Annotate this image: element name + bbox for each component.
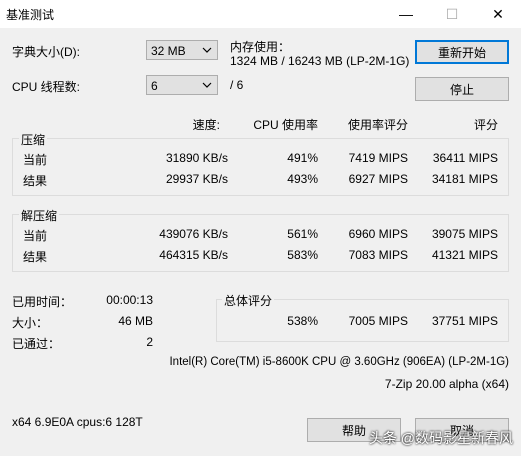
- size-label: 大小：: [12, 316, 49, 330]
- passes-label: 已通过：: [12, 337, 61, 351]
- threads-label: CPU 线程数:: [12, 80, 81, 94]
- threads-value: 6: [151, 79, 158, 93]
- compress-current-cpu: 491%: [287, 151, 318, 165]
- stop-button[interactable]: 停止: [415, 77, 509, 101]
- passes-value: 2: [146, 335, 153, 349]
- compress-group: [12, 138, 509, 196]
- decompress-result-cpu: 583%: [287, 248, 318, 262]
- decompress-current-usage-rating: 6960 MIPS: [348, 227, 408, 241]
- compress-title: 压缩: [19, 131, 48, 148]
- minimize-button[interactable]: —: [383, 0, 429, 28]
- memory-usage-value: 1324 MB / 16243 MB (LP-2M-1G): [230, 54, 410, 68]
- dict-size-value: 32 MB: [151, 44, 186, 58]
- compress-result-usage-rating: 6927 MIPS: [348, 172, 408, 186]
- total-cpu: 538%: [287, 314, 318, 328]
- status-line: x64 6.9E0A cpus:6 128T: [12, 415, 143, 429]
- compress-result-label: 结果: [23, 174, 48, 188]
- restart-button-label: 重新开始: [437, 45, 486, 60]
- minimize-icon: —: [399, 6, 413, 22]
- total-rating: 37751 MIPS: [431, 314, 498, 328]
- decompress-title: 解压缩: [19, 207, 60, 224]
- window-title: 基准测试: [6, 8, 55, 22]
- column-speed: 速度:: [192, 118, 220, 132]
- stop-button-label: 停止: [449, 82, 474, 97]
- dict-size-label: 字典大小(D):: [12, 45, 80, 59]
- title-bar: 基准测试 — ☐ ✕: [0, 0, 521, 28]
- compress-current-speed: 31890 KB/s: [165, 151, 228, 165]
- cpu-info: Intel(R) Core(TM) i5-8600K CPU @ 3.60GHz…: [169, 356, 509, 368]
- compress-current-usage-rating: 7419 MIPS: [348, 151, 408, 165]
- decompress-current-rating: 39075 MIPS: [431, 227, 498, 241]
- maximize-icon: ☐: [445, 5, 459, 22]
- close-icon: ✕: [492, 5, 504, 22]
- version-info: 7-Zip 20.00 alpha (x64): [384, 377, 509, 391]
- threads-total: / 6: [230, 78, 244, 92]
- total-rating-title: 总体评分: [222, 292, 275, 309]
- dict-size-select[interactable]: 32 MB: [146, 40, 218, 60]
- chevron-down-icon: [202, 47, 212, 53]
- watermark: 头条 @数码影星新春风: [368, 430, 513, 446]
- help-button-label: 帮助: [341, 423, 366, 438]
- maximize-button[interactable]: ☐: [429, 0, 475, 28]
- compress-result-cpu: 493%: [287, 172, 318, 186]
- threads-select[interactable]: 6: [146, 75, 218, 95]
- compress-current-rating: 36411 MIPS: [432, 151, 498, 165]
- memory-usage-label: 内存使用：: [230, 40, 291, 54]
- compress-current-label: 当前: [23, 153, 48, 167]
- restart-button[interactable]: 重新开始: [415, 40, 509, 64]
- close-button[interactable]: ✕: [475, 0, 521, 28]
- benchmark-window: 基准测试 — ☐ ✕ 字典大小(D): 32 MB CPU 线程数: 6 / 6…: [0, 0, 521, 456]
- total-usage-rating: 7005 MIPS: [348, 314, 408, 328]
- decompress-current-label: 当前: [23, 229, 48, 243]
- compress-result-speed: 29937 KB/s: [165, 172, 228, 186]
- decompress-current-cpu: 561%: [287, 227, 318, 241]
- elapsed-time-value: 00:00:13: [106, 293, 153, 307]
- decompress-group: [12, 214, 509, 272]
- decompress-result-speed: 464315 KB/s: [159, 248, 228, 262]
- compress-result-rating: 34181 MIPS: [431, 172, 498, 186]
- decompress-result-rating: 41321 MIPS: [431, 248, 498, 262]
- column-cpu-usage: CPU 使用率: [253, 118, 318, 132]
- chevron-down-icon: [202, 82, 212, 88]
- decompress-result-usage-rating: 7083 MIPS: [348, 248, 408, 262]
- decompress-current-speed: 439076 KB/s: [159, 227, 228, 241]
- column-rating: 评分: [473, 118, 498, 132]
- decompress-result-label: 结果: [23, 250, 48, 264]
- size-value: 46 MB: [118, 314, 153, 328]
- column-usage-rating: 使用率评分: [347, 118, 408, 132]
